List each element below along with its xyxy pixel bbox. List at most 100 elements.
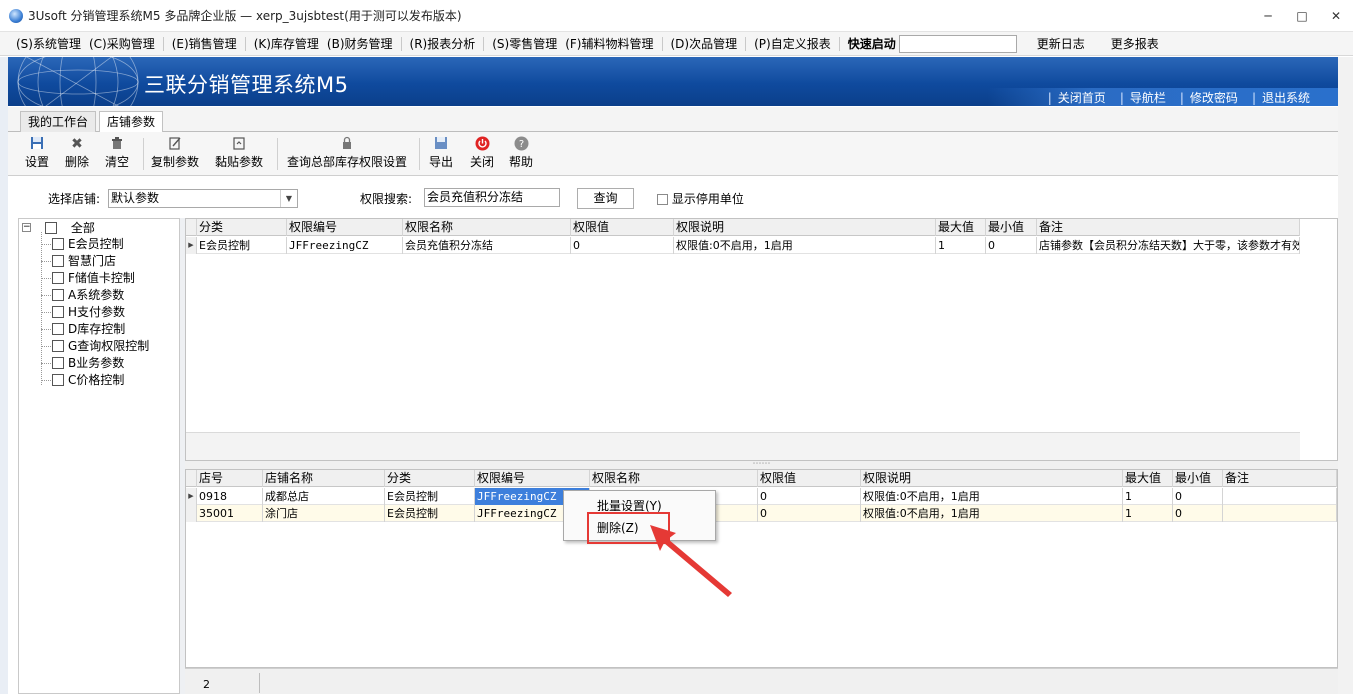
col-header-max[interactable]: 最大值 — [936, 219, 986, 236]
cell-store-name[interactable]: 涂门店 — [263, 505, 385, 522]
query-stock-permission-button[interactable]: 查询总部库存权限设置 — [287, 136, 407, 170]
col-header-max[interactable]: 最大值 — [1123, 470, 1173, 487]
clear-button[interactable]: 清空 — [105, 136, 129, 170]
store-select[interactable]: 默认参数 ▼ — [108, 189, 298, 208]
tree-checkbox[interactable] — [52, 357, 64, 369]
maximize-button[interactable]: □ — [1285, 0, 1319, 32]
col-header-category[interactable]: 分类 — [197, 219, 287, 236]
cell-permission-desc[interactable]: 权限值:0不启用，1启用 — [861, 505, 1123, 522]
tree-node-inventory-control[interactable]: D库存控制 — [52, 321, 125, 338]
col-header-permission-value[interactable]: 权限值 — [758, 470, 861, 487]
show-disabled-option[interactable]: 显示停用单位 — [657, 190, 744, 207]
navbar-link[interactable]: 导航栏 — [1120, 89, 1166, 106]
cell-permission-desc[interactable]: 权限值:0不启用，1启用 — [674, 237, 936, 254]
table-row[interactable]: ▶ E会员控制 JFFreezingCZ 会员充值积分冻结 0 权限值:0不启用… — [186, 237, 1300, 254]
col-header-min[interactable]: 最小值 — [1173, 470, 1223, 487]
cell-max[interactable]: 1 — [1123, 505, 1173, 522]
tree-node-system-params[interactable]: A系统参数 — [52, 287, 124, 304]
tree-checkbox[interactable] — [52, 255, 64, 267]
delete-button[interactable]: ✖ 删除 — [65, 136, 89, 170]
cell-store-no[interactable]: 0918 — [197, 488, 263, 505]
menu-purchase[interactable]: (C)采购管理 — [85, 35, 159, 52]
tree-checkbox[interactable] — [45, 222, 57, 234]
tree-node-member-control[interactable]: E会员控制 — [52, 236, 124, 253]
paste-params-button[interactable]: 黏贴参数 — [215, 136, 263, 170]
col-header-min[interactable]: 最小值 — [986, 219, 1037, 236]
col-header-permission-code[interactable]: 权限编号 — [287, 219, 403, 236]
query-button[interactable]: 查询 — [577, 188, 634, 209]
menu-retail[interactable]: (S)零售管理 — [488, 35, 561, 52]
cell-category[interactable]: E会员控制 — [197, 237, 287, 254]
menu-sales[interactable]: (E)销售管理 — [168, 35, 241, 52]
cell-remarks[interactable]: 店铺参数【会员积分冻结天数】大于零，该参数才有效 — [1037, 237, 1300, 254]
col-header-store-name[interactable]: 店铺名称 — [263, 470, 385, 487]
menu-system[interactable]: (S)系统管理 — [12, 35, 85, 52]
col-header-category[interactable]: 分类 — [385, 470, 475, 487]
quick-start-input[interactable] — [898, 34, 1017, 53]
tree-checkbox[interactable] — [52, 340, 64, 352]
export-button[interactable]: 导出 — [429, 136, 453, 170]
cell-category[interactable]: E会员控制 — [385, 505, 475, 522]
tree-checkbox[interactable] — [52, 306, 64, 318]
collapse-icon[interactable]: − — [22, 223, 31, 232]
col-header-permission-desc[interactable]: 权限说明 — [674, 219, 936, 236]
col-header-permission-code[interactable]: 权限编号 — [475, 470, 590, 487]
menu-defective[interactable]: (D)次品管理 — [667, 35, 742, 52]
update-log-link[interactable]: 更新日志 — [1033, 35, 1089, 52]
tree-node-price-control[interactable]: C价格控制 — [52, 372, 124, 389]
cell-remarks[interactable] — [1223, 505, 1337, 522]
cell-permission-desc[interactable]: 权限值:0不启用，1启用 — [861, 488, 1123, 505]
cell-permission-value[interactable]: 0 — [758, 488, 861, 505]
cell-min[interactable]: 0 — [986, 237, 1037, 254]
permission-search-input[interactable]: 会员充值积分冻结 — [424, 188, 560, 207]
tree-checkbox[interactable] — [52, 289, 64, 301]
help-button[interactable]: ? 帮助 — [509, 136, 533, 170]
cell-max[interactable]: 1 — [1123, 488, 1173, 505]
cell-min[interactable]: 0 — [1173, 488, 1223, 505]
cell-remarks[interactable] — [1223, 488, 1337, 505]
minimize-button[interactable]: ─ — [1251, 0, 1285, 32]
menu-finance[interactable]: (B)财务管理 — [323, 35, 397, 52]
cell-permission-value[interactable]: 0 — [758, 505, 861, 522]
col-header-store-no[interactable]: 店号 — [197, 470, 263, 487]
chevron-down-icon[interactable]: ▼ — [280, 190, 297, 207]
col-header-permission-name[interactable]: 权限名称 — [403, 219, 571, 236]
tree-node-query-permission[interactable]: G查询权限控制 — [52, 338, 149, 355]
horizontal-splitter[interactable]: ⋯⋯ — [185, 460, 1338, 469]
tree-checkbox[interactable] — [52, 323, 64, 335]
tree-checkbox[interactable] — [52, 272, 64, 284]
copy-params-button[interactable]: 复制参数 — [151, 136, 199, 170]
table-row[interactable]: ▶ 0918 成都总店 E会员控制 JFFreezingCZ 会员充值积分冻结 … — [186, 488, 1337, 505]
col-header-permission-name[interactable]: 权限名称 — [590, 470, 758, 487]
set-button[interactable]: 设置 — [25, 136, 49, 170]
more-reports-link[interactable]: 更多报表 — [1107, 35, 1163, 52]
close-home-link[interactable]: 关闭首页 — [1048, 89, 1106, 106]
close-window-button[interactable]: ✕ — [1319, 0, 1353, 32]
menu-custom-reports[interactable]: (P)自定义报表 — [750, 35, 835, 52]
tab-store-params[interactable]: 店铺参数 — [99, 111, 164, 133]
cell-permission-code[interactable]: JFFreezingCZ — [287, 237, 403, 254]
tree-checkbox[interactable] — [52, 238, 64, 250]
tree-node-business-params[interactable]: B业务参数 — [52, 355, 124, 372]
col-header-remarks[interactable]: 备注 — [1223, 470, 1337, 487]
tree-checkbox[interactable] — [52, 374, 64, 386]
cell-store-name[interactable]: 成都总店 — [263, 488, 385, 505]
col-header-remarks[interactable]: 备注 — [1037, 219, 1300, 236]
cell-category[interactable]: E会员控制 — [385, 488, 475, 505]
cell-max[interactable]: 1 — [936, 237, 986, 254]
show-disabled-checkbox[interactable] — [657, 194, 668, 205]
col-header-permission-value[interactable]: 权限值 — [571, 219, 674, 236]
close-button[interactable]: 关闭 — [470, 136, 494, 170]
cell-permission-value[interactable]: 0 — [571, 237, 674, 254]
cell-store-no[interactable]: 35001 — [197, 505, 263, 522]
menu-reports[interactable]: (R)报表分析 — [406, 35, 480, 52]
tree-node-payment-params[interactable]: H支付参数 — [52, 304, 125, 321]
menu-inventory[interactable]: (K)库存管理 — [250, 35, 323, 52]
exit-system-link[interactable]: 退出系统 — [1252, 89, 1310, 106]
tree-node-all[interactable]: 全部 — [45, 220, 95, 237]
cell-permission-name[interactable]: 会员充值积分冻结 — [403, 237, 571, 254]
tab-my-workbench[interactable]: 我的工作台 — [20, 111, 97, 132]
menu-materials[interactable]: (F)辅料物料管理 — [561, 35, 657, 52]
table-row[interactable]: 35001 涂门店 E会员控制 JFFreezingCZ 会员充值积分冻结 0 … — [186, 505, 1337, 522]
change-password-link[interactable]: 修改密码 — [1180, 89, 1238, 106]
